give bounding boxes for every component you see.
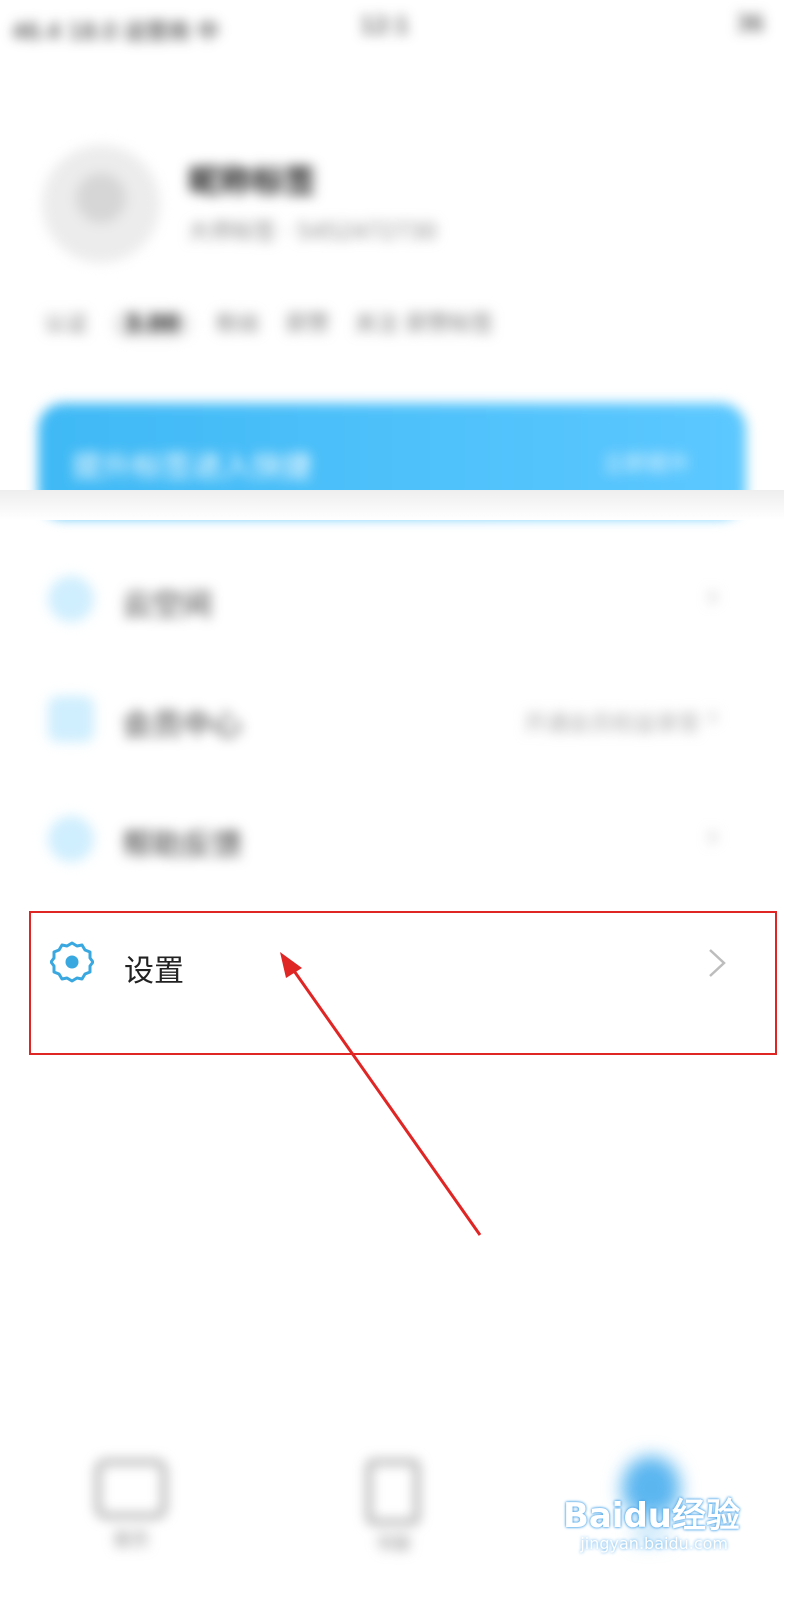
watermark-logo: Baidu经验 (562, 1496, 740, 1536)
menu-item-member[interactable]: 会员中心 (122, 700, 242, 744)
menu-item-settings[interactable]: 设置 (124, 946, 184, 990)
member-icon (48, 696, 94, 742)
chevron-right-icon: › (706, 696, 720, 736)
menu-item-help[interactable]: 帮助反馈 (122, 820, 242, 864)
stat-label-1: 认证 (44, 312, 89, 337)
profile-subtitle: 大师标签 · 5452472730 (188, 220, 437, 245)
watermark-url: jingyan.baidu.com (580, 1534, 728, 1553)
help-icon (48, 816, 94, 862)
gear-icon (50, 941, 94, 983)
profile-stats: 认证 3.00 粉丝 获赞 关注 获赞标签 (44, 306, 511, 339)
chevron-right-icon (709, 949, 726, 977)
status-time: 12:1 (360, 14, 410, 39)
vip-banner-button[interactable]: 立即提升 (602, 446, 690, 478)
vip-banner-text: 提升标签进入快捷 (72, 450, 312, 485)
status-battery: 36 (736, 12, 764, 37)
cloud-icon (48, 576, 94, 622)
status-bar: 46.4 18.0 运营商 中 12:1 36 (0, 0, 784, 56)
section-divider (0, 490, 784, 520)
nav-home[interactable]: 首页 (86, 1460, 176, 1551)
chevron-right-icon: › (706, 816, 720, 856)
stat-label-4: 关注 获赞标签 (354, 312, 494, 337)
menu-item-member-extra: 开通会员权益享受 (524, 712, 701, 737)
menu-item-cloud[interactable]: 云空间 (122, 580, 212, 624)
profile-name[interactable]: 昵称标签 (188, 156, 316, 202)
stat-value: 3.00 (113, 310, 192, 339)
stat-label-2: 粉丝 (216, 312, 261, 337)
stat-label-3: 获赞 (285, 312, 330, 337)
status-carrier: 46.4 18.0 运营商 中 (12, 20, 219, 45)
chevron-right-icon: › (706, 576, 720, 616)
nav-bookshelf[interactable]: 书架 (348, 1460, 438, 1555)
avatar[interactable] (42, 145, 160, 263)
